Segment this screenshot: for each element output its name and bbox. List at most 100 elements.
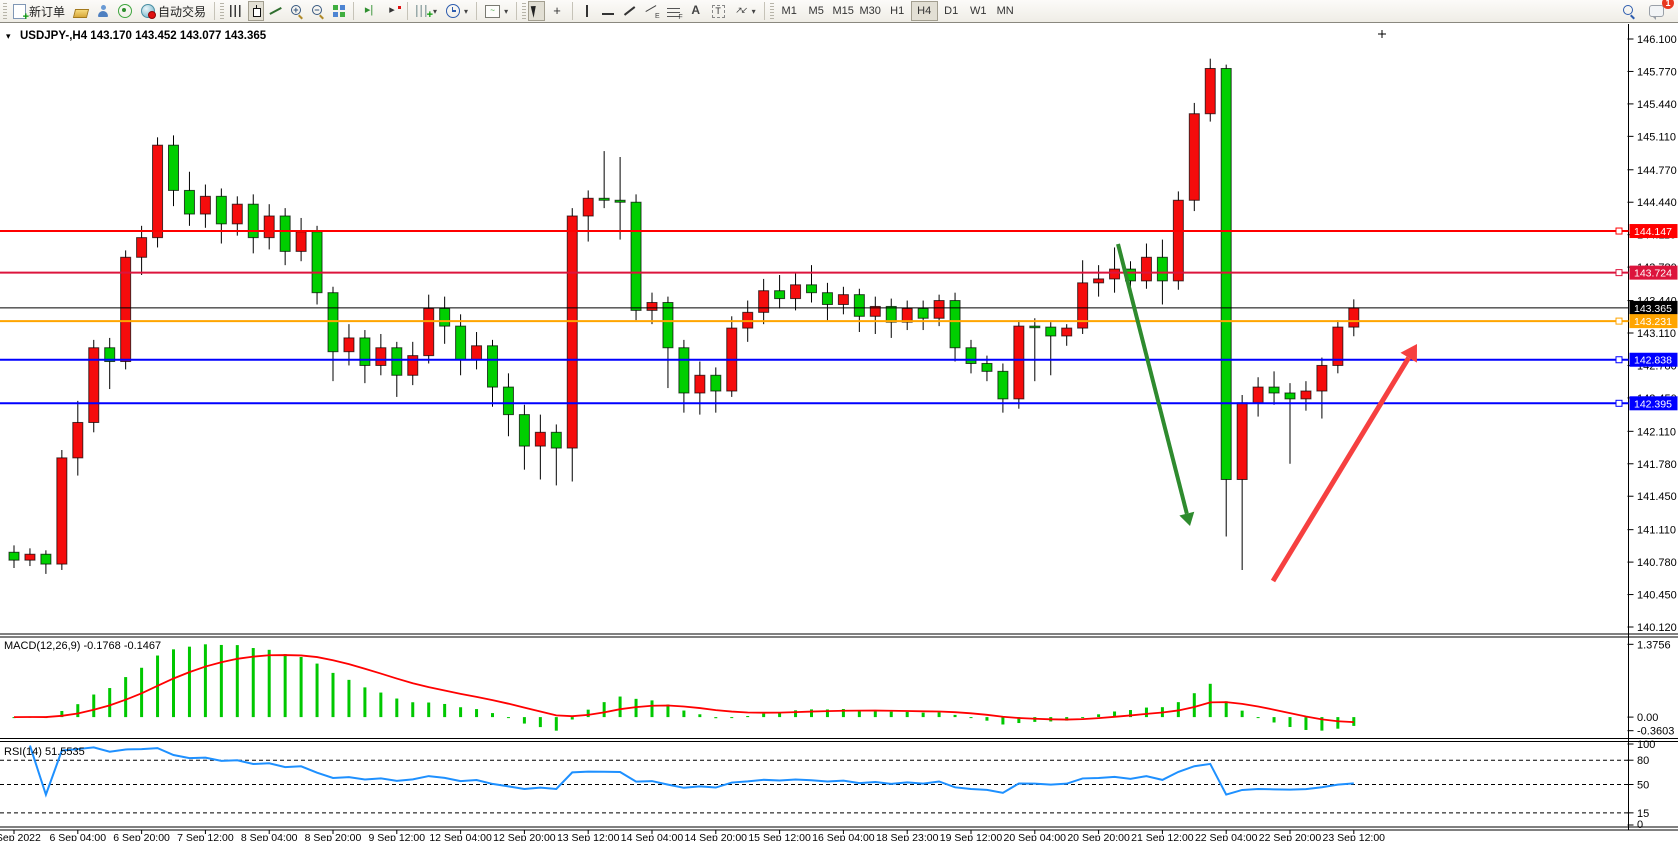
macd-histogram-bar	[443, 704, 446, 717]
channel-button[interactable]	[641, 1, 662, 21]
timeframe-h4[interactable]: H4	[911, 1, 938, 21]
vertical-line-button[interactable]	[577, 1, 597, 21]
svg-text:21 Sep 12:00: 21 Sep 12:00	[1131, 832, 1194, 841]
svg-text:140.450: 140.450	[1637, 590, 1677, 602]
new-order-button[interactable]: 新订单	[9, 1, 69, 21]
chevron-down-icon: ▾	[464, 7, 468, 16]
macd-label: MACD(12,26,9) -0.1768 -0.1467	[4, 640, 161, 652]
auto-scroll-icon: ▸|	[362, 4, 376, 18]
macd-histogram-bar	[92, 695, 95, 718]
gold-button[interactable]	[70, 1, 92, 21]
candle	[998, 371, 1008, 399]
svg-text:22 Sep 04:00: 22 Sep 04:00	[1195, 832, 1258, 841]
hline-143.231[interactable]: 143.231	[0, 314, 1678, 328]
macd-histogram-bar	[571, 717, 574, 719]
timeframe-w1[interactable]: W1	[965, 1, 992, 21]
macd-histogram-bar	[284, 654, 287, 717]
candle	[73, 422, 83, 457]
svg-text:8 Sep 04:00: 8 Sep 04:00	[241, 832, 298, 841]
macd-histogram-bar	[1273, 717, 1276, 722]
trendline-button[interactable]	[619, 1, 640, 21]
rsi-label: RSI(14) 51.5535	[4, 746, 85, 758]
timeframe-h1[interactable]: H1	[884, 1, 911, 21]
macd-histogram-bar	[1289, 717, 1292, 727]
chart-title: USDJPY-,H4 143.170 143.452 143.077 143.3…	[20, 30, 267, 42]
signals-button[interactable]	[114, 1, 136, 21]
svg-text:140.780: 140.780	[1637, 557, 1677, 569]
up-arrow-annotation[interactable]	[1273, 344, 1417, 581]
hline-142.395[interactable]: 142.395	[0, 396, 1678, 410]
periods-button[interactable]: ▾	[442, 1, 472, 21]
fibonacci-button[interactable]	[663, 1, 684, 21]
svg-text:6 Sep 04:00: 6 Sep 04:00	[49, 832, 106, 841]
macd-histogram-bar	[347, 680, 350, 717]
chart-shift-button[interactable]: ▸	[381, 1, 403, 21]
tile-windows-button[interactable]	[329, 1, 349, 21]
hline-143.724[interactable]: 143.724	[0, 266, 1678, 280]
candlestick-chart-button[interactable]	[248, 1, 264, 21]
chart-canvas[interactable]: 146.100145.770145.440145.110144.770144.4…	[0, 23, 1678, 841]
timeframe-d1[interactable]: D1	[938, 1, 965, 21]
candle	[25, 554, 35, 560]
rsi-pane: RSI(14) 51.55351008050150	[0, 739, 1655, 831]
timeframe-m5[interactable]: M5	[803, 1, 830, 21]
expand-arrow-icon: ▾	[6, 31, 11, 41]
toolbar-grip	[3, 3, 7, 19]
candle	[519, 415, 529, 446]
candle	[854, 295, 864, 317]
zoom-out-button[interactable]: −	[308, 1, 328, 21]
macd-histogram-bar	[555, 717, 558, 731]
search-button[interactable]	[1619, 1, 1639, 21]
line-chart-button[interactable]	[265, 1, 286, 21]
macd-histogram-bar	[427, 703, 430, 718]
templates-button[interactable]: ~▾	[481, 1, 512, 21]
zoom-in-button[interactable]: +	[287, 1, 307, 21]
candle	[759, 291, 769, 313]
macd-histogram-bar	[1257, 717, 1260, 718]
svg-text:15 Sep 12:00: 15 Sep 12:00	[748, 832, 811, 841]
text-label-button[interactable]: T	[708, 1, 729, 21]
bar-chart-button[interactable]	[226, 1, 247, 21]
candle	[695, 375, 705, 393]
crosshair-button[interactable]: +	[546, 1, 568, 21]
indicators-icon	[416, 5, 429, 17]
svg-text:140.120: 140.120	[1637, 622, 1677, 634]
down-arrow-annotation[interactable]	[1118, 244, 1194, 526]
horizontal-line-button[interactable]	[598, 1, 618, 21]
tile-windows-icon	[333, 5, 345, 17]
svg-text:7 Sep 12:00: 7 Sep 12:00	[177, 832, 234, 841]
auto-scroll-button[interactable]: ▸|	[358, 1, 380, 21]
toolbar: 新订单 自动交易 + − ▸| ▸ ▾ ▾ ~▾ + A T ↗↙▾ M1M5M…	[0, 0, 1678, 23]
macd-histogram-bar	[363, 687, 366, 717]
svg-text:144.770: 144.770	[1637, 165, 1677, 177]
chat-button[interactable]: 1	[1645, 1, 1668, 21]
community-button[interactable]	[93, 1, 113, 21]
timeframe-m15[interactable]: M15	[830, 1, 857, 21]
svg-text:0.00: 0.00	[1637, 712, 1658, 724]
candle	[137, 238, 147, 258]
timeframe-m1[interactable]: M1	[776, 1, 803, 21]
timeframe-m30[interactable]: M30	[857, 1, 884, 21]
candle	[169, 145, 179, 190]
candle	[296, 232, 306, 252]
text-button[interactable]: A	[685, 1, 707, 21]
macd-histogram-bar	[922, 713, 925, 717]
auto-trading-button[interactable]: 自动交易	[137, 1, 210, 21]
candle	[1269, 387, 1279, 393]
hline-142.838[interactable]: 142.838	[0, 353, 1678, 367]
candle	[1237, 403, 1247, 480]
candle	[408, 356, 418, 376]
svg-text:20 Sep 04:00: 20 Sep 04:00	[1004, 832, 1067, 841]
macd-histogram-bar	[124, 677, 127, 717]
clock-icon	[446, 4, 460, 18]
cursor-button[interactable]	[528, 1, 545, 21]
macd-histogram-bar	[459, 707, 462, 717]
shapes-button[interactable]: ↗↙▾	[730, 1, 760, 21]
price-label: 142.395	[1634, 398, 1672, 410]
macd-histogram-bar	[76, 704, 79, 717]
indicators-button[interactable]: ▾	[412, 1, 441, 21]
timeframe-mn[interactable]: MN	[992, 1, 1019, 21]
macd-histogram-bar	[379, 693, 382, 718]
svg-text:145.110: 145.110	[1637, 131, 1676, 143]
candle	[1014, 326, 1024, 399]
